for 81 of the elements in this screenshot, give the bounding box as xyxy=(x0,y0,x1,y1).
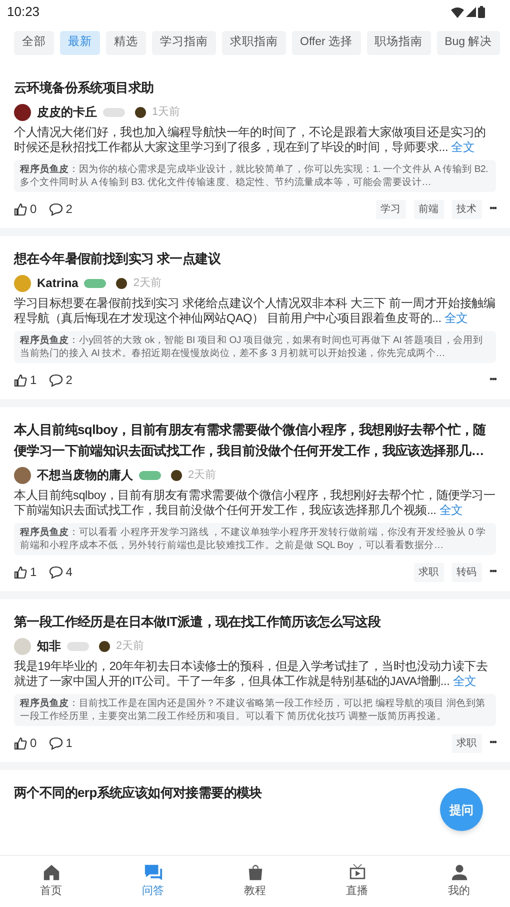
battery-icon xyxy=(478,6,485,18)
thumbs-up-icon[interactable] xyxy=(14,202,27,216)
like-count: 1 xyxy=(30,564,37,581)
vip-icon xyxy=(135,106,146,118)
comment-count: 1 xyxy=(66,735,72,752)
vip-icon xyxy=(116,278,128,288)
read-more-link[interactable]: 全文 xyxy=(439,503,463,517)
like-count: 1 xyxy=(30,372,37,389)
avatar xyxy=(14,274,31,292)
comment-count: 2 xyxy=(66,201,72,218)
comment-count: 4 xyxy=(66,564,72,581)
post-time: 1天前 xyxy=(152,104,180,120)
person-icon xyxy=(450,863,468,882)
avatar xyxy=(14,638,31,654)
filter-tab[interactable]: 职场指南 xyxy=(366,31,431,55)
wifi-icon xyxy=(451,6,464,18)
post-title[interactable]: 云环境备份系统项目求助 xyxy=(14,77,496,98)
filter-tab[interactable]: Bug 解决 xyxy=(436,31,500,55)
filter-tab[interactable]: 全部 xyxy=(14,31,54,55)
post-title[interactable]: 第一段工作经历是在日本做IT派遣，现在找工作简历该怎么写这段 xyxy=(14,611,496,632)
vip-icon xyxy=(171,470,182,480)
post-title[interactable]: 本人目前纯sqlboy，目前有朋友有需求需要做个微信小程序，我想刚好去帮个忙，随便学习一下前端知识去面试找工作，我目前没做个任何开发工作，我应该选择那几… xyxy=(14,419,496,461)
post-excerpt: 学习目标想要在暑假前找到实习 求佬给点建议个人情况双非本科 大三下 前一周才开始接触编程导航（真后悔现在才发现这个神仙网站QAQ） 目前用户中心项目跟着鱼皮哥的... 全文 xyxy=(14,296,496,326)
answer-preview[interactable]: 程序员鱼皮：因为你的核心需求是完成毕业设计，就比较简单了，你可以先实现：1. 一个文件从 A 传输到 B2. 多个文件同时从 A 传输到 B3. 优化文件传输速度、稳定性、节约流量成本等，可能会需要设计… xyxy=(14,160,496,192)
post-excerpt: 本人目前纯sqlboy，目前有朋友有需求需要做个微信小程序，我想刚好去帮个忙，随便学习一下前端知识去面试找工作，我目前没做个任何开发工作，我应该选择那几个视频... 全文 xyxy=(14,488,496,518)
more-menu[interactable]: ••• xyxy=(490,565,496,579)
comment-icon[interactable] xyxy=(48,202,63,216)
post-title[interactable]: 想在今年暑假前找到实习 求一点建议 xyxy=(14,248,496,269)
more-menu[interactable]: ••• xyxy=(490,373,496,387)
answer-preview[interactable]: 程序员鱼皮：小y回答的大致 ok，智能 BI 项目和 OJ 项目做完，如果有时间也可再做下 AI 答题项目，会用到当前热门的接入 AI 技术。春招近期在慢慢放岗位，差不多 3 月初就可以开始投递，你先完成两个… xyxy=(14,331,496,363)
answer-preview[interactable]: 程序员鱼皮：可以看看 小程序开发学习路线 ，不建议单独学小程序开发转行做前端，你没有开发经验从 0 学前端和小程序成本不低，另外转行前端也是比较难找工作。之前是做 SQL Boy ，可以看看数据分… xyxy=(14,523,496,555)
post-time: 2天前 xyxy=(188,468,216,483)
nav-tab[interactable]: 教程 xyxy=(204,856,306,907)
comment-icon[interactable] xyxy=(48,566,63,578)
read-more-link[interactable]: 全文 xyxy=(451,140,475,154)
answer-preview[interactable]: 程序员鱼皮：目前找工作是在国内还是国外？不建议省略第一段工作经历，可以把 编程导航的项目 润色到第一段工作经历里，主要突出第二段工作经历和项目。可以看下 简历优化技巧 调整一版简历再投递。 xyxy=(14,694,496,726)
post-time: 2天前 xyxy=(116,638,144,654)
nav-tab[interactable]: 我的 xyxy=(408,856,510,907)
filter-tab[interactable]: 学习指南 xyxy=(152,31,216,55)
tag[interactable]: 求职 xyxy=(414,562,444,582)
filter-tab[interactable]: 精选 xyxy=(106,31,146,55)
thumbs-up-icon[interactable] xyxy=(14,374,27,386)
like-count: 0 xyxy=(30,735,37,752)
vip-icon xyxy=(99,640,110,652)
author-name[interactable]: 不想当废物的庸人 xyxy=(37,466,133,484)
read-more-link[interactable]: 全文 xyxy=(452,674,476,688)
post-excerpt: 个人情况大佬们好，我也加入编程导航快一年的时间了，不论是跟着大家做项目还是实习的时候还是秋招找工作都从大家这里学习到了很多，现在到了毕设的时间，导师要求... 全文 xyxy=(14,125,488,155)
nav-tab[interactable]: 直播 xyxy=(306,856,408,907)
author-name[interactable]: 皮皮的卡丘 xyxy=(37,103,97,121)
thumbs-up-icon[interactable] xyxy=(14,736,27,750)
chat-icon xyxy=(144,863,162,882)
home-icon xyxy=(42,863,60,882)
avatar xyxy=(14,466,31,484)
tag[interactable]: 学习 xyxy=(376,200,406,218)
level-badge xyxy=(67,642,89,650)
tag[interactable]: 技术 xyxy=(452,200,482,218)
read-more-link[interactable]: 全文 xyxy=(444,311,468,325)
post-time: 2天前 xyxy=(133,276,162,291)
filter-tab[interactable]: 求职指南 xyxy=(222,31,286,55)
level-badge xyxy=(84,278,106,288)
nav-tab[interactable]: 问答 xyxy=(102,856,204,907)
level-badge xyxy=(139,470,161,480)
status-time: 10:23 xyxy=(7,3,40,22)
more-menu[interactable]: ••• xyxy=(490,202,496,216)
tag[interactable]: 求职 xyxy=(452,734,482,752)
more-menu[interactable]: ••• xyxy=(490,736,496,750)
avatar xyxy=(14,104,31,120)
filter-tab[interactable]: Offer 选择 xyxy=(292,31,361,55)
like-count: 0 xyxy=(30,201,37,218)
comment-icon[interactable] xyxy=(48,736,63,750)
author-name[interactable]: 知非 xyxy=(37,637,61,655)
tag[interactable]: 转码 xyxy=(452,562,482,582)
signal-icon xyxy=(466,7,476,17)
comment-count: 2 xyxy=(66,372,72,389)
nav-tab[interactable]: 首页 xyxy=(0,856,102,907)
author-name[interactable]: Katrina xyxy=(37,274,78,292)
comment-icon[interactable] xyxy=(48,374,63,386)
post-excerpt: 我是19年毕业的，20年年初去日本读修士的预科，但是入学考试挂了，当时也没动力读下去就进了一家中国人开的IT公司。干了一年多，但具体工作就是特别基础的JAVA增删... 全文 xyxy=(14,659,489,689)
level-badge xyxy=(103,108,125,116)
thumbs-up-icon[interactable] xyxy=(14,566,27,578)
tag[interactable]: 前端 xyxy=(414,200,444,218)
